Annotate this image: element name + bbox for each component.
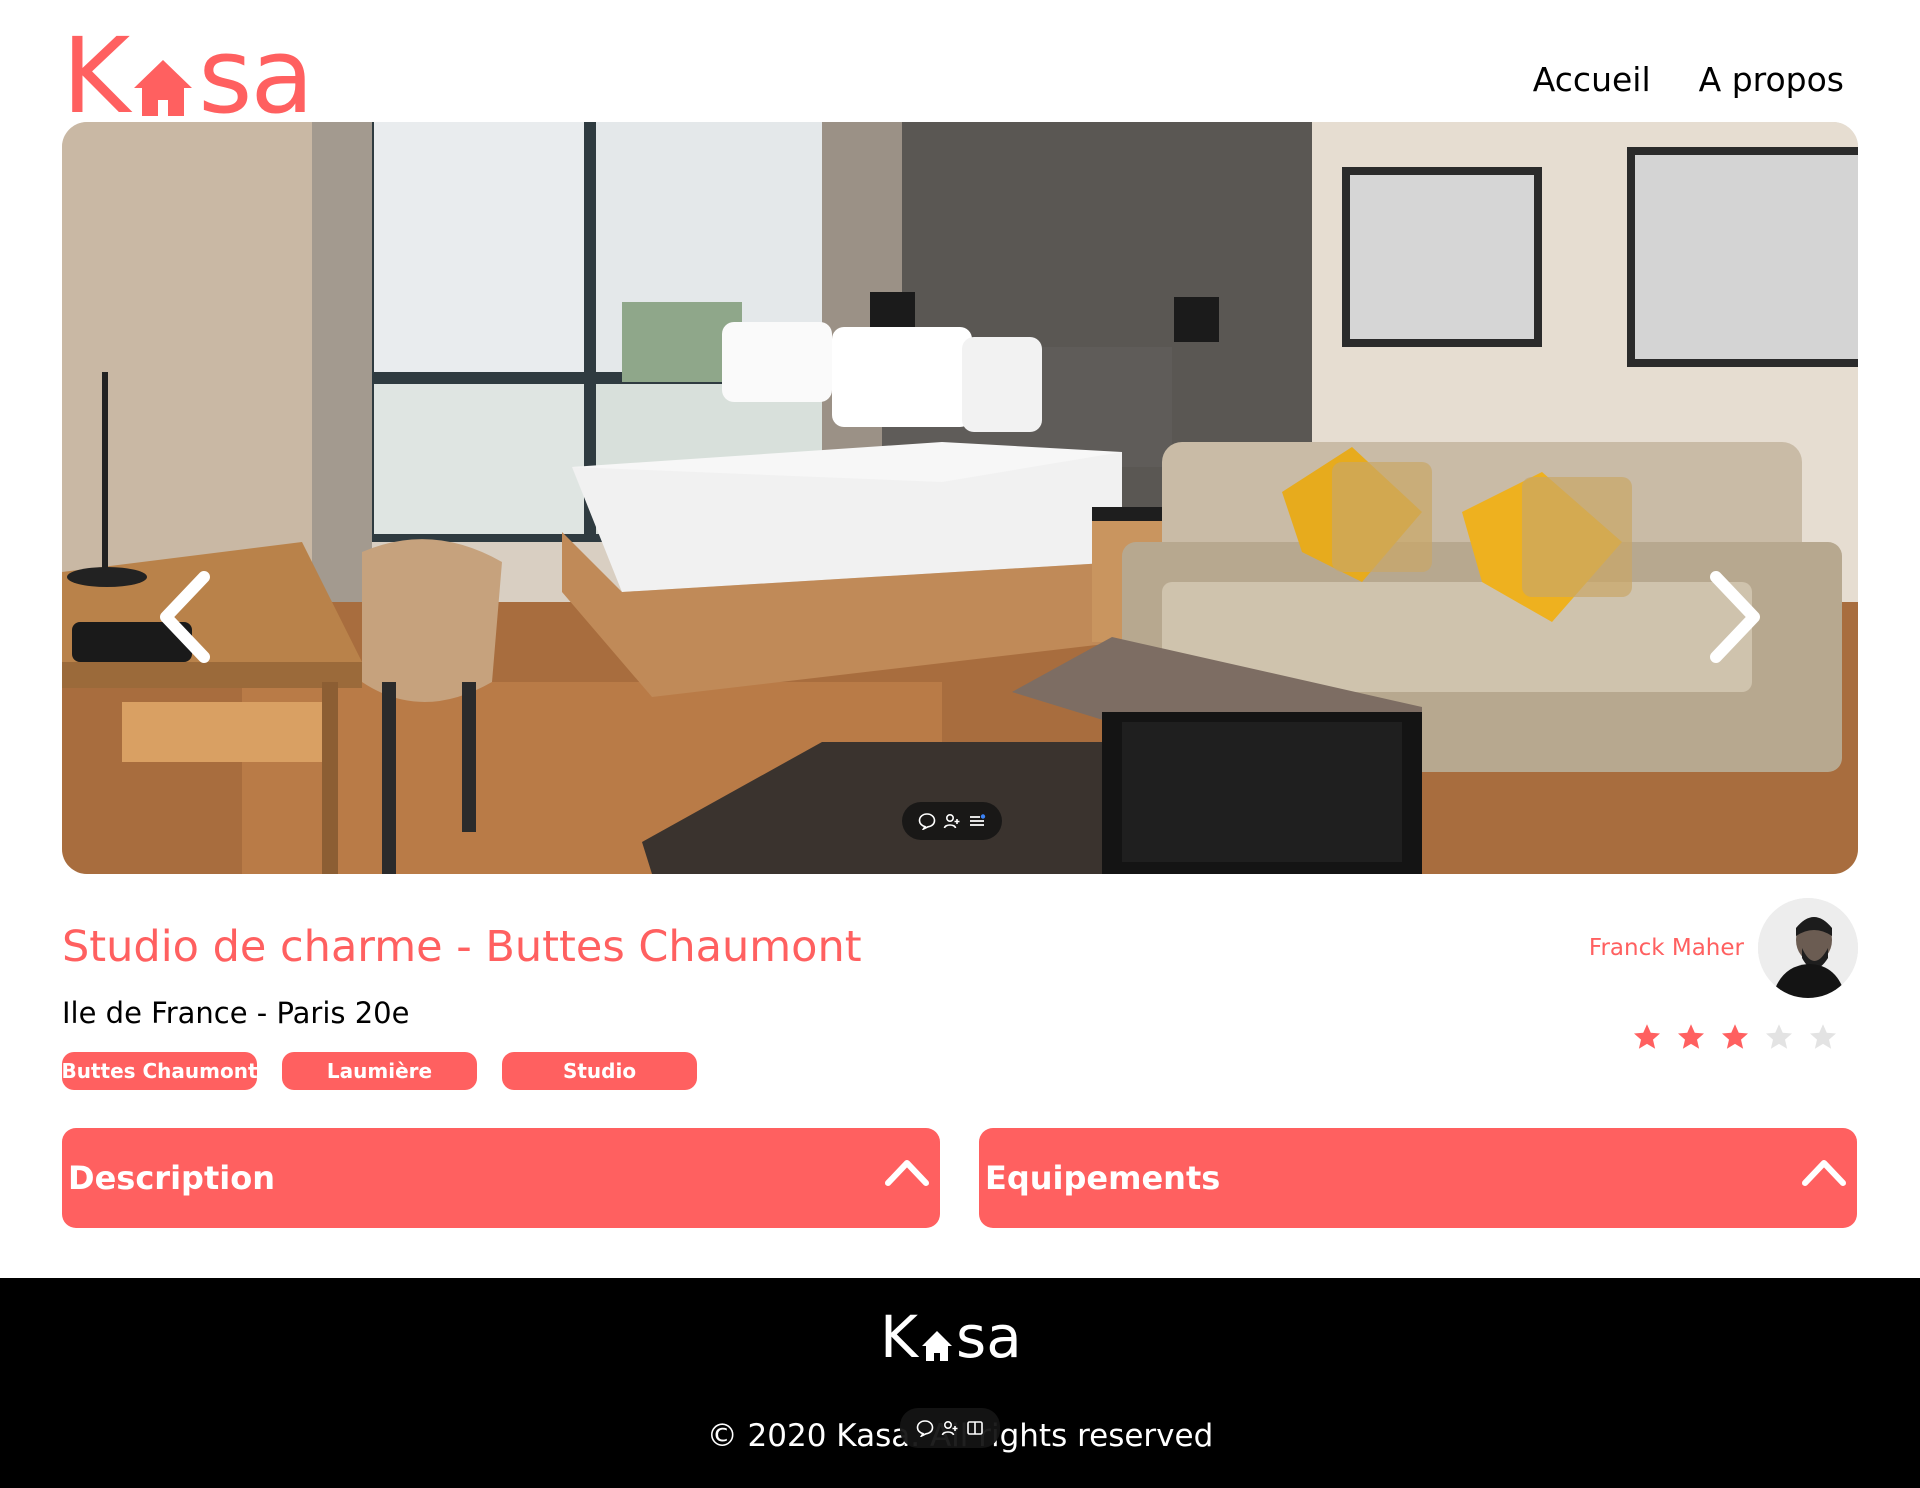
rating-stars [1632,1022,1838,1052]
star-icon [1678,1024,1704,1049]
description-label: Description [68,1159,275,1197]
add-person-icon[interactable] [941,1419,959,1437]
logo-letters-sa: sa [198,15,314,137]
description-collapse[interactable]: Description [62,1128,940,1228]
footer-logo-letter-k: K [880,1303,919,1371]
host-card: Franck Maher [1589,898,1858,998]
nav-link-a-propos[interactable]: A propos [1699,58,1844,102]
main-nav: Accueil A propos [1533,58,1844,102]
tag: Buttes Chaumont [61,1052,258,1090]
house-icon [921,1330,953,1362]
chevron-left-icon [160,571,210,663]
floating-toolbar [902,802,1002,840]
tag: Laumière [282,1052,477,1090]
nav-link-accueil[interactable]: Accueil [1533,58,1651,102]
site-footer: K sa © 2020 Kasa. All rights reserved [0,1278,1920,1488]
chevron-up-icon[interactable] [882,1151,932,1191]
star-icon [1634,1024,1660,1049]
carousel-prev-button[interactable] [152,567,228,667]
carousel-next-button[interactable] [1692,567,1768,667]
chevron-right-icon [1710,571,1760,663]
tag: Studio [502,1052,697,1090]
host-name: Franck Maher [1588,935,1744,961]
tag-list: Buttes Chaumont Laumière Studio [61,1052,697,1090]
floating-toolbar [900,1408,1000,1448]
listing-photo [62,122,1858,874]
listing-title: Studio de charme - Buttes Chaumont [62,922,862,972]
site-header: K sa Accueil A propos [0,0,1920,137]
book-icon[interactable] [966,1419,984,1437]
star-icon [1766,1024,1792,1049]
footer-logo-letters-sa: sa [956,1303,1022,1371]
house-icon [132,58,194,118]
kasa-logo[interactable]: K sa [62,15,314,137]
chevron-up-icon[interactable] [1799,1151,1849,1191]
equipments-label: Equipements [985,1159,1221,1197]
footer-logo: K sa [880,1308,1022,1366]
list-icon[interactable] [968,812,986,830]
logo-letter-k: K [62,15,130,137]
listing-location: Ile de France - Paris 20e [62,996,410,1030]
photo-carousel [62,122,1858,874]
comment-icon[interactable] [918,812,936,830]
star-icon [1722,1024,1748,1049]
add-person-icon[interactable] [943,812,961,830]
comment-icon[interactable] [916,1419,934,1437]
host-avatar [1758,898,1858,998]
star-icon [1810,1024,1836,1049]
equipments-collapse[interactable]: Equipements [979,1128,1857,1228]
